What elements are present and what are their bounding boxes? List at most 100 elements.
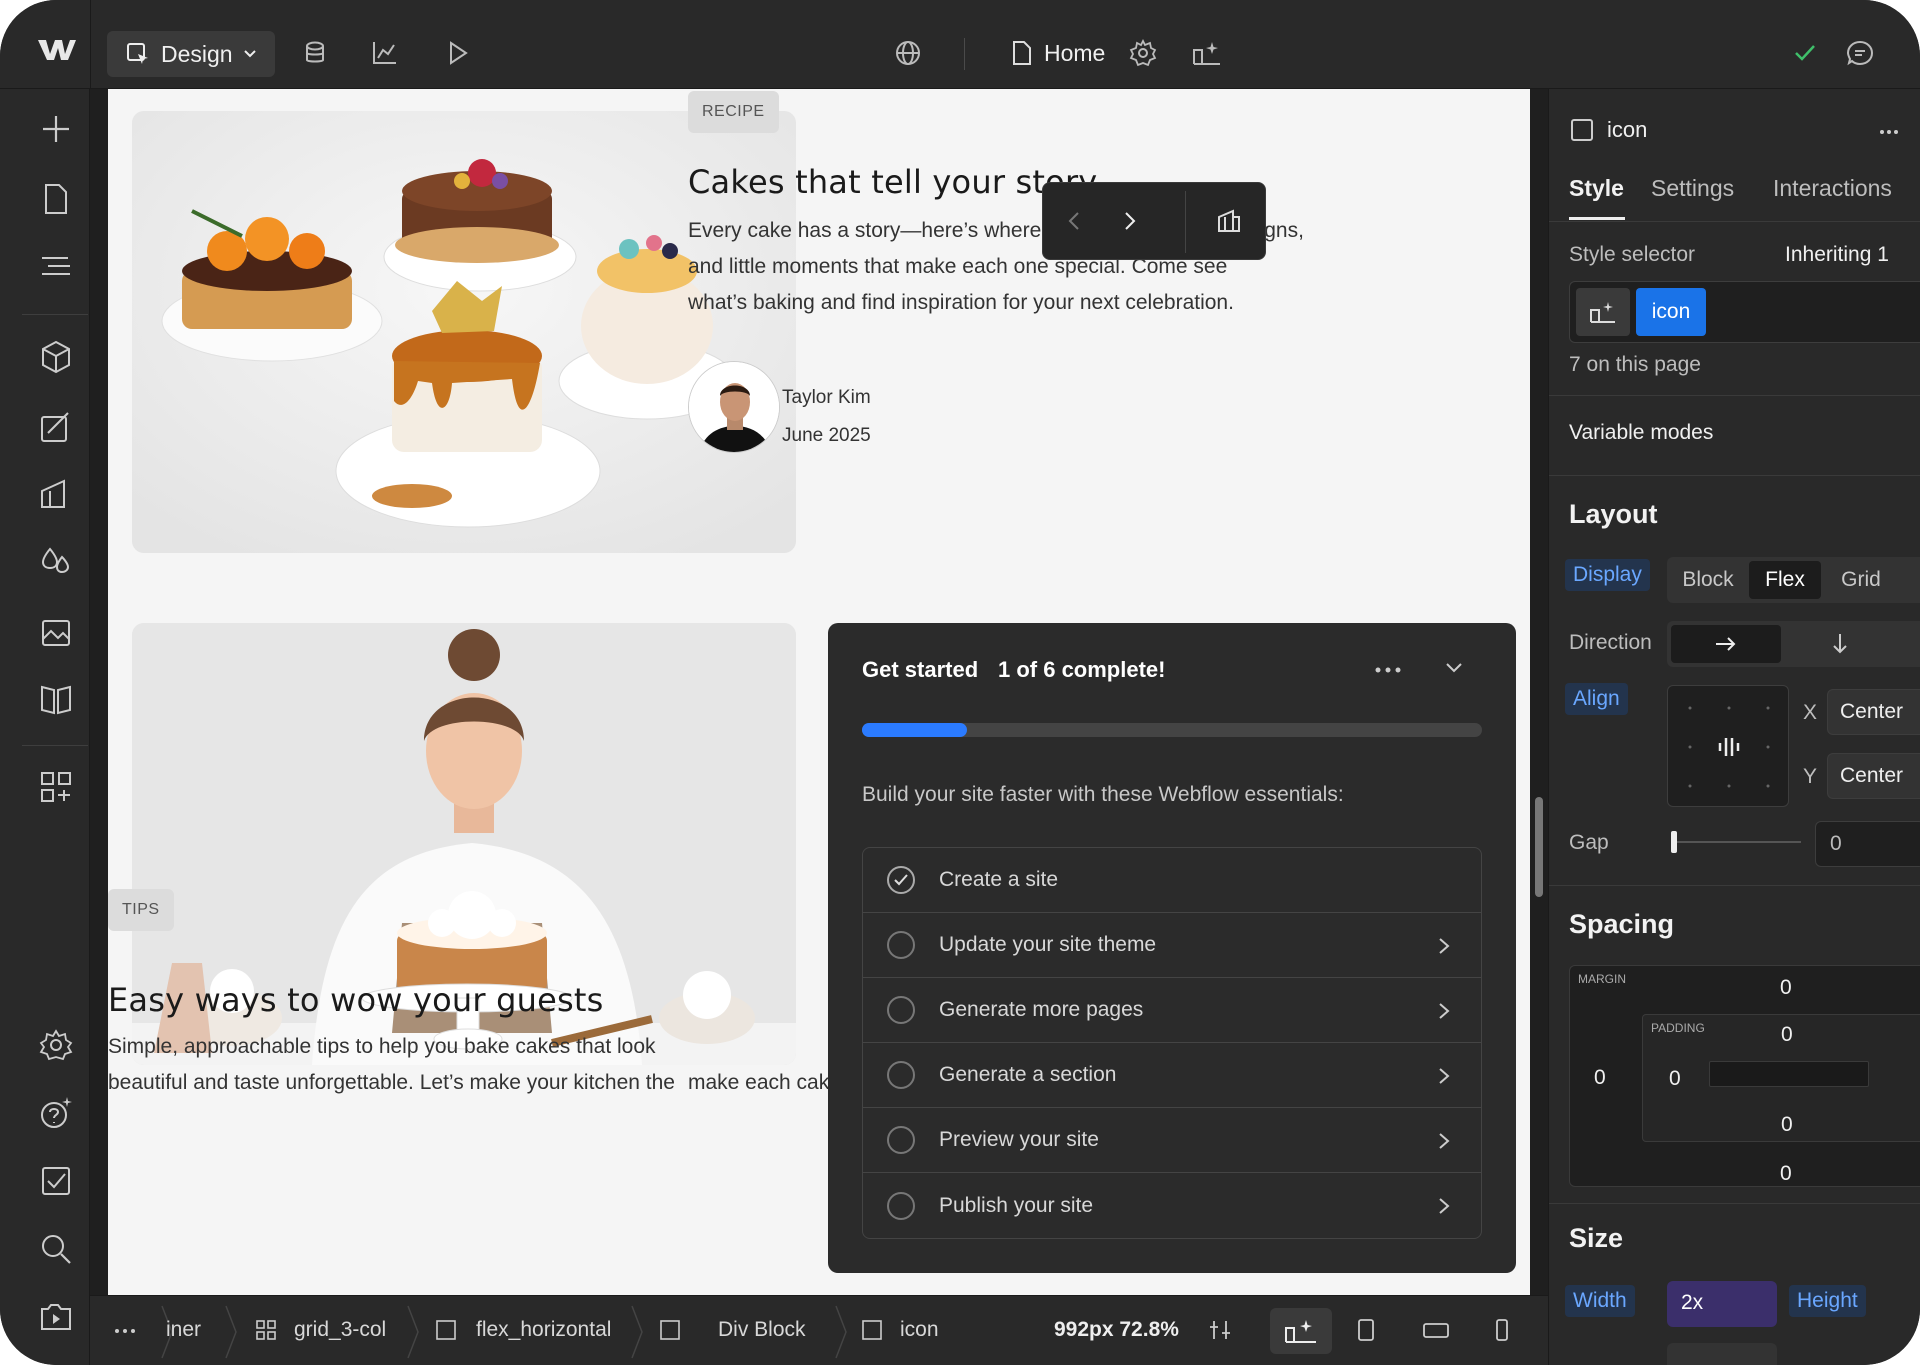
more-breadcrumbs-icon[interactable] [114, 1328, 136, 1334]
align-y-select[interactable]: Center [1827, 753, 1920, 799]
preview-play-icon[interactable] [442, 38, 472, 68]
div-block-icon [660, 1320, 680, 1340]
collapse-chevron-icon[interactable] [1444, 661, 1464, 675]
design-canvas[interactable]: RECIPE Cakes that tell your story Every … [108, 89, 1530, 1295]
color-drops-icon[interactable] [38, 545, 74, 581]
help-ai-icon[interactable] [38, 1095, 74, 1131]
tab-settings[interactable]: Settings [1651, 175, 1734, 202]
spacing-heading[interactable]: Spacing [1569, 909, 1674, 940]
search-icon[interactable] [38, 1231, 74, 1267]
empty-circle-icon [887, 996, 915, 1024]
gap-input[interactable]: 0 [1815, 821, 1920, 867]
gap-label: Gap [1569, 831, 1609, 854]
style-selector-label: Style selector [1569, 243, 1696, 266]
add-icon[interactable] [38, 111, 74, 147]
more-options-icon[interactable] [1374, 665, 1402, 675]
library-book-icon[interactable] [38, 681, 74, 717]
video-tutorials-icon[interactable] [38, 1299, 74, 1335]
webflow-logo-icon[interactable] [36, 36, 78, 64]
breadcrumb-flex-horizontal[interactable]: flex_horizontal [476, 1318, 611, 1342]
direction-row-arrow-icon[interactable] [1671, 625, 1781, 663]
alignment-matrix[interactable] [1667, 685, 1789, 807]
current-page-label[interactable]: Home [1044, 40, 1105, 67]
margin-top-value[interactable]: 0 [1780, 976, 1792, 1000]
size-heading[interactable]: Size [1569, 1223, 1623, 1254]
mobile-landscape-icon[interactable] [1422, 1318, 1450, 1342]
checklist-item-update-theme[interactable]: Update your site theme [863, 913, 1481, 978]
design-mode-button[interactable]: Design [107, 31, 275, 77]
author-avatar [688, 361, 780, 453]
variables-icon[interactable] [38, 477, 74, 513]
cursor-frame-icon [127, 43, 148, 64]
comments-icon[interactable] [1845, 38, 1875, 68]
margin-left-value[interactable]: 0 [1594, 1066, 1606, 1090]
canvas-scrollbar[interactable] [1535, 797, 1543, 897]
analytics-chart-icon[interactable] [370, 38, 400, 68]
more-options-icon[interactable] [1879, 129, 1899, 135]
excerpt-line: beautiful and taste unforgettable. Let’s… [108, 1071, 675, 1094]
page-icon[interactable] [1006, 38, 1036, 68]
checklist-item-generate-pages[interactable]: Generate more pages [863, 978, 1481, 1043]
tab-interactions[interactable]: Interactions [1773, 175, 1892, 202]
display-option-grid[interactable]: Grid [1821, 557, 1901, 603]
breadcrumb-div-block[interactable]: Div Block [718, 1318, 806, 1342]
globe-icon[interactable] [893, 38, 923, 68]
display-option-flex[interactable]: Flex [1749, 561, 1821, 599]
margin-bottom-value[interactable]: 0 [1780, 1162, 1792, 1186]
style-manager-icon[interactable] [38, 409, 74, 445]
checklist-item-label: Publish your site [939, 1193, 1094, 1217]
post-title[interactable]: Cakes that tell your story [688, 163, 1097, 201]
tablet-icon[interactable] [1354, 1318, 1378, 1342]
checklist-item-label: Create a site [939, 868, 1059, 891]
breakpoint-desktop-button[interactable] [1270, 1308, 1332, 1354]
selector-field[interactable]: icon [1569, 281, 1920, 343]
zoom-adjust-icon[interactable] [1208, 1318, 1232, 1342]
display-option-block[interactable]: Block [1667, 557, 1749, 603]
width-input[interactable]: 2x [1667, 1281, 1777, 1327]
gap-slider[interactable] [1671, 841, 1801, 843]
checklist-item-publish-site[interactable]: Publish your site [863, 1173, 1481, 1238]
gap-slider-handle[interactable] [1671, 831, 1677, 853]
breadcrumb-icon[interactable]: icon [900, 1318, 939, 1342]
tab-style[interactable]: Style [1569, 175, 1624, 202]
mobile-portrait-icon[interactable] [1490, 1318, 1514, 1342]
padding-bottom-value[interactable]: 0 [1781, 1113, 1793, 1137]
navigator-icon[interactable] [38, 249, 74, 285]
breadcrumb-grid[interactable]: grid_3-col [294, 1318, 386, 1342]
post-title[interactable]: Easy ways to wow your guests [108, 981, 603, 1019]
excerpt-line: what’s baking and find inspiration for y… [688, 291, 1234, 314]
viewport-size[interactable]: 992px 72.8% [1054, 1318, 1179, 1342]
pages-icon[interactable] [38, 181, 74, 217]
post-excerpt[interactable]: Simple, approachable tips to help you ba… [108, 1029, 675, 1101]
direction-column-arrow-icon[interactable] [1785, 621, 1895, 667]
chevron-right-icon[interactable] [1117, 209, 1141, 233]
components-cube-icon[interactable] [38, 339, 74, 375]
variable-modes-label[interactable]: Variable modes [1569, 421, 1713, 445]
desktop-star-icon [1285, 1320, 1316, 1343]
class-chip[interactable]: icon [1636, 288, 1706, 336]
design-mode-label: Design [161, 40, 233, 67]
cms-database-icon[interactable] [300, 38, 330, 68]
component-sparkle-icon[interactable] [1576, 288, 1630, 336]
apps-icon[interactable] [38, 769, 74, 805]
breadcrumb-container[interactable]: iner [166, 1318, 201, 1342]
audit-checkbox-icon[interactable] [38, 1163, 74, 1199]
empty-circle-icon [887, 1191, 915, 1220]
grid-icon [256, 1320, 276, 1340]
component-sparkle-icon[interactable] [1190, 38, 1224, 68]
checklist-item-preview-site[interactable]: Preview your site [863, 1108, 1481, 1173]
min-width-input[interactable] [1667, 1343, 1777, 1365]
inheriting-label[interactable]: Inheriting 1 [1785, 243, 1889, 267]
padding-left-value[interactable]: 0 [1669, 1067, 1681, 1091]
select-parent-icon[interactable] [1213, 205, 1245, 237]
on-page-count: 7 on this page [1569, 353, 1701, 376]
padding-top-value[interactable]: 0 [1781, 1023, 1793, 1047]
page-settings-gear-icon[interactable] [1128, 38, 1158, 68]
align-x-select[interactable]: Center [1827, 689, 1920, 735]
settings-gear-icon[interactable] [38, 1027, 74, 1063]
assets-image-icon[interactable] [38, 613, 74, 649]
chevron-left-icon[interactable] [1063, 209, 1087, 233]
checklist-item-create-site[interactable]: Create a site [863, 848, 1481, 913]
layout-heading[interactable]: Layout [1569, 499, 1658, 530]
checklist-item-generate-section[interactable]: Generate a section [863, 1043, 1481, 1108]
